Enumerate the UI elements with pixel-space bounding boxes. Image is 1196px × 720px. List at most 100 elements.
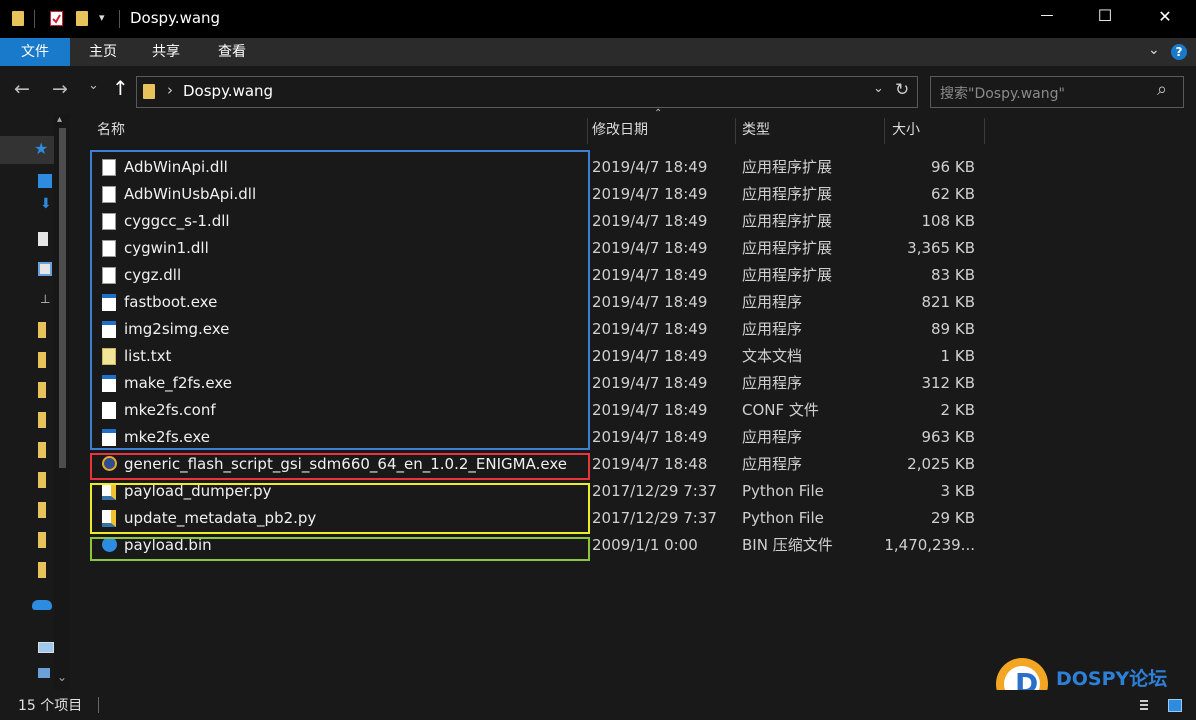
file-row[interactable]: img2simg.exe 2019/4/7 18:49 应用程序 89 KB (90, 316, 1090, 343)
enigma-exe-icon (102, 456, 117, 471)
new-folder-icon[interactable] (76, 11, 88, 26)
column-divider[interactable] (587, 118, 588, 144)
file-date: 2019/4/7 18:48 (592, 455, 708, 473)
up-button[interactable]: ↑ (112, 76, 129, 100)
column-header-name[interactable]: 名称 (97, 114, 125, 146)
file-name: update_metadata_pb2.py (124, 509, 317, 527)
onedrive-icon[interactable] (32, 600, 52, 610)
search-icon: ⌕ (1157, 79, 1168, 100)
folder-icon[interactable] (38, 382, 46, 398)
scrollbar-thumb[interactable] (59, 128, 66, 468)
nav-scrollbar[interactable]: ▴ ⌄ (54, 114, 70, 690)
file-row[interactable]: generic_flash_script_gsi_sdm660_64_en_1.… (90, 451, 1090, 478)
folder-icon[interactable] (38, 352, 46, 368)
search-input[interactable]: 搜索"Dospy.wang" (940, 83, 1065, 103)
file-size: 3 KB (940, 482, 975, 500)
file-date: 2019/4/7 18:49 (592, 239, 708, 257)
file-row[interactable]: fastboot.exe 2019/4/7 18:49 应用程序 821 KB (90, 289, 1090, 316)
file-row[interactable]: AdbWinUsbApi.dll 2019/4/7 18:49 应用程序扩展 62 K… (90, 181, 1090, 208)
breadcrumb[interactable]: Dospy.wang (183, 82, 273, 100)
file-row[interactable]: make_f2fs.exe 2019/4/7 18:49 应用程序 312 KB (90, 370, 1090, 397)
file-row[interactable]: payload.bin 2009/1/1 0:00 BIN 压缩文件 1,470,23… (90, 532, 1090, 559)
file-size: 312 KB (921, 374, 975, 392)
file-date: 2017/12/29 7:37 (592, 482, 717, 500)
file-type: 应用程序 (742, 320, 803, 338)
file-date: 2019/4/7 18:49 (592, 401, 708, 419)
exe-file-icon (102, 375, 116, 392)
downloads-icon[interactable]: ⬇ (40, 196, 52, 212)
this-pc-icon[interactable] (38, 642, 54, 653)
ribbon-tabs: 文件 主页 共享 查看 ⌄ ? (0, 38, 1196, 66)
column-header-date[interactable]: 修改日期 (592, 114, 648, 146)
item-count: 15 个项目 (18, 698, 83, 714)
tab-home[interactable]: 主页 (80, 38, 126, 66)
file-row[interactable]: cygwin1.dll 2019/4/7 18:49 应用程序扩展 3,365 KB (90, 235, 1090, 262)
address-row: ← → ⌄ ↑ › Dospy.wang ⌄ ↻ 搜索"Dospy.wang" … (0, 66, 1196, 114)
pictures-icon[interactable] (38, 262, 52, 276)
refresh-button[interactable]: ↻ (895, 80, 909, 100)
blank-file-icon (102, 402, 116, 419)
file-type: BIN 压缩文件 (742, 536, 833, 554)
file-date: 2019/4/7 18:49 (592, 293, 708, 311)
maximize-button[interactable]: ☐ (1090, 6, 1120, 25)
quick-access-dropdown-icon[interactable]: ▾ (99, 11, 105, 24)
file-size: 83 KB (931, 266, 975, 284)
navigation-pane: ★ ⬇ ⊥ ▴ ⌄ (0, 114, 72, 690)
watermark-brand: DOSPY论坛 (1056, 668, 1168, 690)
file-size: 2,025 KB (907, 455, 975, 473)
column-divider[interactable] (884, 118, 885, 144)
scroll-down-icon[interactable]: ⌄ (57, 670, 67, 684)
file-row[interactable]: mke2fs.conf 2019/4/7 18:49 CONF 文件 2 KB (90, 397, 1090, 424)
column-header-type[interactable]: 类型 (742, 114, 770, 146)
file-name: cyggcc_s-1.dll (124, 212, 230, 230)
file-row[interactable]: cyggcc_s-1.dll 2019/4/7 18:49 应用程序扩展 108 KB (90, 208, 1090, 235)
file-row[interactable]: list.txt 2019/4/7 18:49 文本文档 1 KB (90, 343, 1090, 370)
file-type: Python File (742, 482, 824, 500)
folder-icon[interactable] (38, 322, 46, 338)
folder-icon[interactable] (38, 562, 46, 578)
network-icon[interactable] (38, 668, 50, 678)
file-date: 2019/4/7 18:49 (592, 320, 708, 338)
file-row[interactable]: AdbWinApi.dll 2019/4/7 18:49 应用程序扩展 96 KB (90, 154, 1090, 181)
file-date: 2019/4/7 18:49 (592, 185, 708, 203)
folder-icon[interactable] (38, 442, 46, 458)
file-row[interactable]: cygz.dll 2019/4/7 18:49 应用程序扩展 83 KB (90, 262, 1090, 289)
column-divider[interactable] (984, 118, 985, 144)
scroll-up-icon[interactable]: ▴ (57, 114, 62, 125)
details-view-icon[interactable] (1140, 700, 1148, 712)
ribbon-expand-button[interactable]: ⌄ (1148, 42, 1160, 58)
tab-share[interactable]: 共享 (143, 38, 189, 66)
large-icons-view-icon[interactable] (1168, 699, 1182, 712)
file-row[interactable]: payload_dumper.py 2017/12/29 7:37 Python F… (90, 478, 1090, 505)
file-name: fastboot.exe (124, 293, 218, 311)
desktop-icon[interactable] (38, 174, 52, 188)
file-type: 应用程序 (742, 293, 803, 311)
documents-icon[interactable] (38, 232, 48, 246)
column-divider[interactable] (735, 118, 736, 144)
folder-icon[interactable] (38, 532, 46, 548)
folder-icon[interactable] (38, 502, 46, 518)
address-dropdown-button[interactable]: ⌄ (873, 81, 884, 96)
forward-button[interactable]: → (52, 78, 68, 100)
properties-icon[interactable] (50, 11, 63, 26)
file-name: img2simg.exe (124, 320, 230, 338)
back-button[interactable]: ← (14, 78, 30, 100)
nav-quick-access-item[interactable]: ★ (0, 136, 54, 164)
recent-locations-button[interactable]: ⌄ (88, 78, 99, 93)
folder-icon[interactable] (38, 412, 46, 428)
tab-view[interactable]: 查看 (209, 38, 255, 66)
minimize-button[interactable]: — (1032, 8, 1062, 23)
help-button[interactable]: ? (1171, 44, 1187, 60)
file-row[interactable]: mke2fs.exe 2019/4/7 18:49 应用程序 963 KB (90, 424, 1090, 451)
status-bar: 15 个项目 (0, 690, 1196, 720)
search-box[interactable]: 搜索"Dospy.wang" ⌕ (930, 76, 1184, 108)
folder-icon[interactable] (38, 472, 46, 488)
file-size: 2 KB (940, 401, 975, 419)
address-bar[interactable]: › Dospy.wang ⌄ ↻ (136, 76, 918, 108)
close-button[interactable]: ✕ (1150, 7, 1180, 26)
column-header-size[interactable]: 大小 (892, 114, 920, 146)
tab-file[interactable]: 文件 (0, 38, 70, 66)
file-date: 2019/4/7 18:49 (592, 347, 708, 365)
file-type: 应用程序扩展 (742, 185, 833, 203)
file-row[interactable]: update_metadata_pb2.py 2017/12/29 7:37 Pyt… (90, 505, 1090, 532)
